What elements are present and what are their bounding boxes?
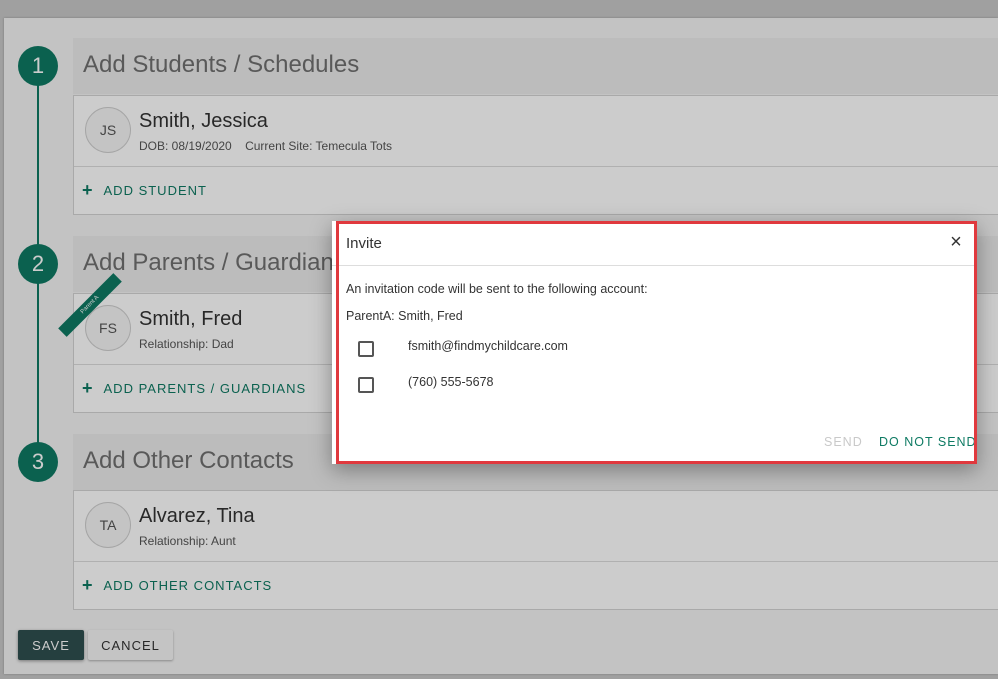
invite-dialog: Invite × An invitation code will be sent… [332, 221, 977, 464]
dialog-title: Invite [346, 235, 382, 252]
close-icon[interactable]: × [946, 232, 966, 252]
dialog-account: ParentA: Smith, Fred [346, 309, 463, 323]
dialog-message: An invitation code will be sent to the f… [346, 282, 648, 296]
do-not-send-button[interactable]: DO NOT SEND [879, 435, 977, 449]
email-checkbox[interactable] [358, 341, 374, 357]
email-option-label: fsmith@findmychildcare.com [408, 339, 568, 353]
phone-option[interactable]: (760) 555-5678 [358, 374, 918, 396]
send-button[interactable]: SEND [824, 435, 863, 449]
dialog-header: Invite × [332, 221, 977, 266]
phone-checkbox[interactable] [358, 377, 374, 393]
phone-option-label: (760) 555-5678 [408, 375, 494, 389]
email-option[interactable]: fsmith@findmychildcare.com [358, 338, 918, 360]
